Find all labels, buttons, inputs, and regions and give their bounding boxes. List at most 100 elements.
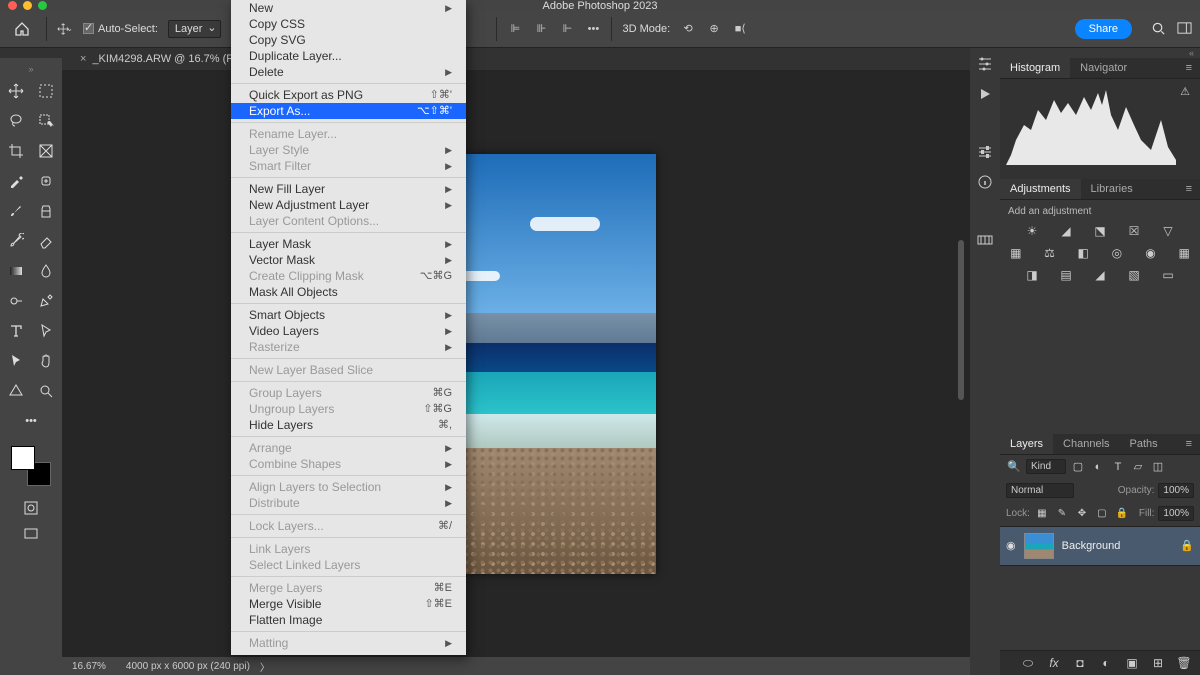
zoom-level[interactable]: 16.67%: [72, 661, 106, 672]
menu-item-duplicate-layer[interactable]: Duplicate Layer...: [231, 48, 466, 64]
balance-icon[interactable]: ⚖: [1042, 245, 1058, 261]
doc-dimensions[interactable]: 4000 px x 6000 px (240 ppi)〉: [126, 659, 270, 674]
foreground-color-swatch[interactable]: [11, 446, 35, 470]
filter-smart-icon[interactable]: ◫: [1150, 459, 1166, 475]
menu-item-new[interactable]: New: [231, 0, 466, 16]
menu-item-vector-mask[interactable]: Vector Mask: [231, 252, 466, 268]
align-right-icon[interactable]: ⊩: [559, 21, 575, 37]
brightness-icon[interactable]: ☀: [1024, 223, 1040, 239]
blend-mode-dropdown[interactable]: Normal: [1006, 483, 1074, 498]
frame-tool[interactable]: [33, 138, 59, 164]
levels-icon[interactable]: ◢: [1058, 223, 1074, 239]
opacity-input[interactable]: 100%: [1158, 483, 1194, 498]
menu-item-new-fill-layer[interactable]: New Fill Layer: [231, 181, 466, 197]
path-select-tool[interactable]: [33, 318, 59, 344]
posterize-icon[interactable]: ▤: [1058, 267, 1074, 283]
layer-thumbnail[interactable]: [1024, 533, 1054, 559]
tab-libraries[interactable]: Libraries: [1081, 179, 1143, 199]
align-center-icon[interactable]: ⊪: [533, 21, 549, 37]
move-tool-indicator-icon[interactable]: ⌄: [57, 21, 73, 37]
layer-mask-icon[interactable]: ◘: [1072, 655, 1088, 671]
lock-all-icon[interactable]: 🔒: [1114, 506, 1130, 522]
close-icon[interactable]: ×: [80, 53, 86, 65]
home-icon[interactable]: [8, 15, 36, 43]
mixer-icon[interactable]: ◉: [1143, 245, 1159, 261]
filter-shape-icon[interactable]: ▱: [1130, 459, 1146, 475]
edit-toolbar-icon[interactable]: •••: [18, 408, 44, 434]
menu-item-hide-layers[interactable]: Hide Layers⌘,: [231, 417, 466, 433]
eyedropper-tool[interactable]: [3, 168, 29, 194]
collapse-icon[interactable]: »: [28, 64, 33, 74]
filter-type-icon[interactable]: T: [1110, 459, 1126, 475]
menu-item-copy-css[interactable]: Copy CSS: [231, 16, 466, 32]
selective-icon[interactable]: ▧: [1126, 267, 1142, 283]
panel-menu-icon[interactable]: ≡: [1178, 179, 1200, 199]
menu-item-flatten-image[interactable]: Flatten Image: [231, 612, 466, 628]
screen-mode-icon[interactable]: [23, 526, 39, 542]
zoom-tool[interactable]: [33, 378, 59, 404]
exposure-icon[interactable]: ☒: [1126, 223, 1142, 239]
pen-tool[interactable]: [33, 288, 59, 314]
filter-pixel-icon[interactable]: ▢: [1070, 459, 1086, 475]
auto-select-dropdown[interactable]: Layer: [168, 20, 222, 38]
visibility-icon[interactable]: ◉: [1006, 539, 1016, 552]
align-left-icon[interactable]: ⊫: [507, 21, 523, 37]
color-swatches[interactable]: [11, 446, 51, 486]
history-brush-tool[interactable]: [3, 228, 29, 254]
canvas-area[interactable]: [62, 70, 970, 657]
layer-fx-icon[interactable]: fx: [1046, 655, 1062, 671]
pan-3d-icon[interactable]: ⊕: [706, 21, 722, 37]
lasso-tool[interactable]: [3, 108, 29, 134]
more-icon[interactable]: •••: [585, 21, 601, 37]
object-select-tool[interactable]: [33, 108, 59, 134]
blur-tool[interactable]: [33, 258, 59, 284]
tab-navigator[interactable]: Navigator: [1070, 58, 1137, 78]
menu-item-merge-visible[interactable]: Merge Visible⇧⌘E: [231, 596, 466, 612]
curves-icon[interactable]: ⬔: [1092, 223, 1108, 239]
gradient-tool[interactable]: [3, 258, 29, 284]
layer-background[interactable]: ◉ Background 🔒: [1000, 526, 1200, 566]
share-button[interactable]: Share: [1075, 19, 1132, 39]
menu-item-new-adjustment-layer[interactable]: New Adjustment Layer: [231, 197, 466, 213]
menu-item-delete[interactable]: Delete: [231, 64, 466, 80]
timeline-collapsed-icon[interactable]: [977, 232, 993, 248]
tab-adjustments[interactable]: Adjustments: [1000, 179, 1081, 199]
tab-paths[interactable]: Paths: [1120, 434, 1168, 454]
vertical-scrollbar[interactable]: [958, 240, 964, 400]
hand-tool[interactable]: [33, 348, 59, 374]
adj-layer-icon[interactable]: ◐: [1098, 655, 1114, 671]
dodge-tool[interactable]: [3, 288, 29, 314]
rectangle-tool[interactable]: [3, 378, 29, 404]
filter-search-icon[interactable]: 🔍: [1006, 459, 1022, 475]
actions-collapsed-icon[interactable]: [977, 86, 993, 102]
lock-move-icon[interactable]: ✥: [1074, 506, 1090, 522]
menu-item-video-layers[interactable]: Video Layers: [231, 323, 466, 339]
eraser-tool[interactable]: [33, 228, 59, 254]
orbit-3d-icon[interactable]: ⟲: [680, 21, 696, 37]
link-layers-icon[interactable]: ⬭: [1020, 655, 1036, 671]
brush-tool[interactable]: [3, 198, 29, 224]
traffic-max-icon[interactable]: [38, 1, 47, 10]
move-tool[interactable]: [3, 78, 29, 104]
menu-item-mask-all-objects[interactable]: Mask All Objects: [231, 284, 466, 300]
menu-item-smart-objects[interactable]: Smart Objects: [231, 307, 466, 323]
panel-menu-icon[interactable]: ≡: [1178, 58, 1200, 78]
menu-item-layer-mask[interactable]: Layer Mask: [231, 236, 466, 252]
menu-item-export-as[interactable]: Export As...⌥⇧⌘': [231, 103, 466, 119]
properties-collapsed-icon[interactable]: [977, 56, 993, 72]
info-collapsed-icon[interactable]: [977, 174, 993, 190]
search-icon[interactable]: [1150, 21, 1166, 37]
lock-pixels-icon[interactable]: ▦: [1034, 506, 1050, 522]
tab-channels[interactable]: Channels: [1053, 434, 1119, 454]
photo-filter-icon[interactable]: ◎: [1109, 245, 1125, 261]
trash-icon[interactable]: 🗑: [1176, 655, 1192, 671]
threshold-icon[interactable]: ◢: [1092, 267, 1108, 283]
traffic-min-icon[interactable]: [23, 1, 32, 10]
heal-tool[interactable]: [33, 168, 59, 194]
lut-icon[interactable]: ▦: [1176, 245, 1192, 261]
new-layer-icon[interactable]: ⊞: [1150, 655, 1166, 671]
invert-icon[interactable]: ◨: [1024, 267, 1040, 283]
lock-brush-icon[interactable]: ✎: [1054, 506, 1070, 522]
slide-3d-icon[interactable]: ■⟨: [732, 21, 748, 37]
menu-item-copy-svg[interactable]: Copy SVG: [231, 32, 466, 48]
